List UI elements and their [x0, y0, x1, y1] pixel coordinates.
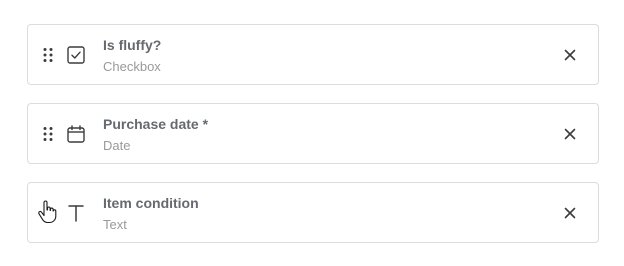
field-title: Purchase date *	[103, 116, 209, 132]
field-type-label: Date	[103, 138, 131, 153]
field-card-is-fluffy[interactable]: Is fluffy? Checkbox	[27, 24, 599, 85]
calendar-icon	[67, 125, 85, 143]
drag-handle-icon[interactable]	[43, 47, 53, 63]
pointer-hand-icon	[38, 200, 57, 224]
field-card-purchase-date[interactable]: Purchase date * Date	[27, 103, 599, 164]
field-title: Is fluffy?	[103, 37, 162, 53]
remove-field-button[interactable]	[560, 203, 580, 223]
field-card-item-condition[interactable]: Item condition Text	[27, 182, 599, 243]
field-type-label: Text	[103, 217, 127, 232]
field-texts: Item condition Text	[103, 195, 199, 232]
field-texts: Purchase date * Date	[103, 116, 208, 153]
field-title: Item condition	[103, 195, 199, 211]
field-texts: Is fluffy? Checkbox	[103, 37, 161, 74]
remove-field-button[interactable]	[560, 124, 580, 144]
field-type-label: Checkbox	[103, 59, 161, 74]
text-icon	[68, 205, 84, 222]
field-list: Is fluffy? Checkbox Purchase date * Date	[27, 24, 599, 261]
checkbox-icon	[67, 46, 85, 64]
remove-field-button[interactable]	[560, 45, 580, 65]
drag-handle-icon[interactable]	[43, 126, 53, 142]
